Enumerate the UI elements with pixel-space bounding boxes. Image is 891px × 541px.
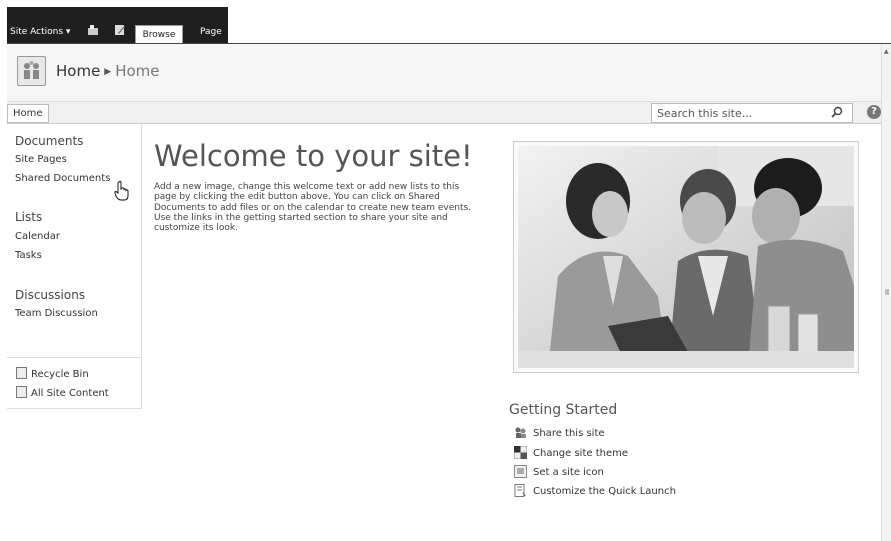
people-photo <box>518 146 854 368</box>
site-icon-icon <box>514 465 527 478</box>
ql-recycle-bin[interactable]: Recycle Bin <box>16 367 89 380</box>
theme-icon <box>514 446 527 459</box>
share-site-icon <box>515 427 526 438</box>
title-area: Home ▶ Home <box>7 44 881 102</box>
scroll-up-icon[interactable]: ▲ <box>884 48 889 55</box>
ql-link-site-pages[interactable]: Site Pages <box>15 154 67 165</box>
gs-customize-quick-launch[interactable]: Customize the Quick Launch <box>514 484 676 497</box>
welcome-image <box>513 141 859 373</box>
navigate-up-icon[interactable] <box>87 24 99 36</box>
gs-change-theme[interactable]: Change site theme <box>514 446 628 459</box>
ql-divider <box>7 357 142 358</box>
gs-customize-quick-launch-label: Customize the Quick Launch <box>533 486 676 497</box>
ql-link-calendar[interactable]: Calendar <box>15 231 60 242</box>
search-input[interactable]: Search this site... <box>651 103 853 123</box>
ql-recycle-bin-label: Recycle Bin <box>31 369 89 380</box>
tab-page[interactable]: Page <box>200 27 222 37</box>
topnav-home-tab[interactable]: Home <box>7 104 49 123</box>
all-site-content-icon <box>16 386 27 398</box>
vertical-scrollbar[interactable]: ▲ <box>881 44 891 541</box>
page-title: Welcome to your site! <box>154 139 473 173</box>
ql-heading-lists[interactable]: Lists <box>15 210 42 224</box>
ql-heading-discussions[interactable]: Discussions <box>15 288 85 302</box>
breadcrumb-current: Home <box>115 62 160 80</box>
recycle-bin-icon <box>16 367 27 379</box>
tab-browse[interactable]: Browse <box>135 25 183 44</box>
breadcrumb: Home ▶ Home <box>56 62 160 80</box>
ql-link-tasks[interactable]: Tasks <box>15 250 42 261</box>
breadcrumb-arrow-icon: ▶ <box>104 67 112 77</box>
edit-page-icon[interactable] <box>114 24 126 36</box>
breadcrumb-root[interactable]: Home <box>56 62 100 80</box>
ql-all-site-content[interactable]: All Site Content <box>16 386 109 399</box>
scroll-grip-icon[interactable] <box>883 282 891 302</box>
search-icon[interactable] <box>829 105 845 121</box>
site-actions-menu[interactable]: Site Actions ▾ <box>10 27 70 37</box>
quick-launch: Documents Site Pages Shared Documents Li… <box>7 124 142 409</box>
help-icon[interactable]: ? <box>867 105 881 119</box>
ribbon-bar: Site Actions ▾ Browse Page <box>7 7 228 44</box>
hand-cursor-icon <box>114 181 129 201</box>
top-navigation: Home Search this site... ? <box>7 102 881 124</box>
ql-heading-documents[interactable]: Documents <box>15 134 83 148</box>
getting-started-title: Getting Started <box>509 402 618 418</box>
gs-set-icon[interactable]: Set a site icon <box>514 465 604 478</box>
site-logo-icon[interactable] <box>17 56 46 86</box>
ql-link-shared-documents[interactable]: Shared Documents <box>15 173 110 184</box>
welcome-text: Add a new image, change this welcome tex… <box>154 182 472 234</box>
gs-share-site-label: Share this site <box>533 428 605 439</box>
quick-launch-icon <box>514 484 526 497</box>
ql-link-team-discussion[interactable]: Team Discussion <box>15 308 98 319</box>
gs-share-site[interactable]: Share this site <box>514 426 605 439</box>
gs-change-theme-label: Change site theme <box>533 448 629 459</box>
ql-all-site-content-label: All Site Content <box>31 388 109 399</box>
gs-set-icon-label: Set a site icon <box>533 467 604 478</box>
